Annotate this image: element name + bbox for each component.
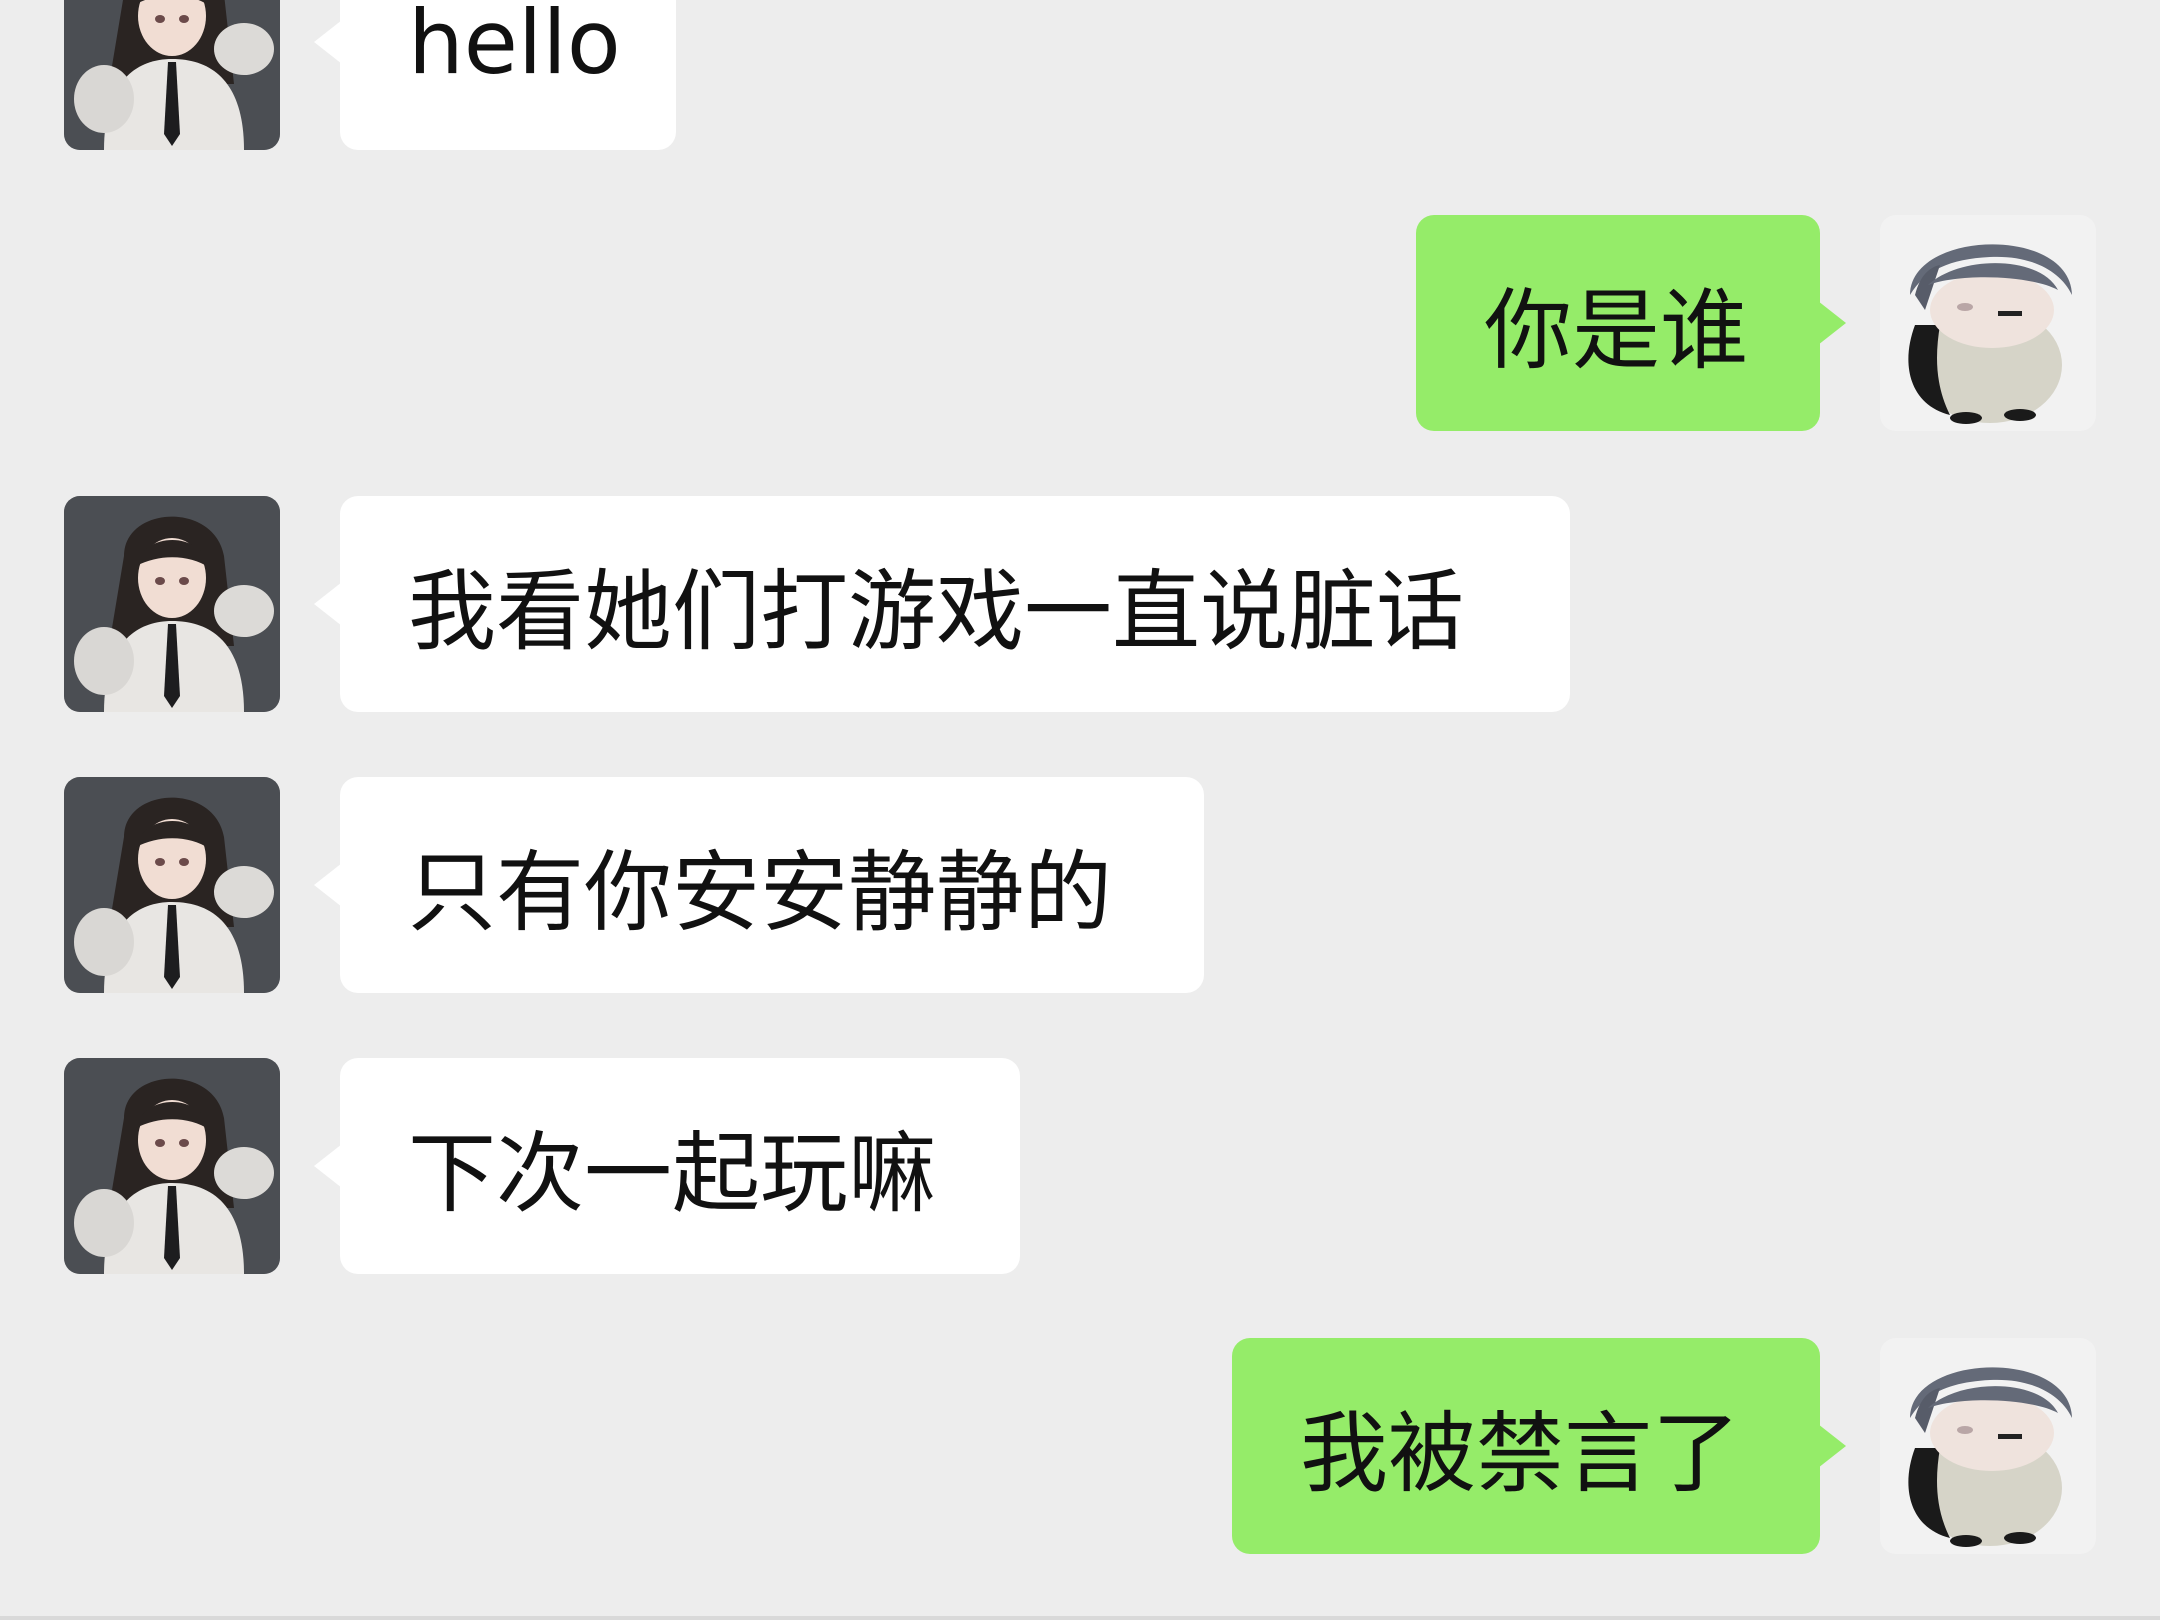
contact-avatar[interactable] bbox=[64, 1058, 280, 1274]
chat-message-list[interactable]: hello 你是谁 我看她们打游戏一直说脏话 只有你安安静静的 下次一起玩嘛 我… bbox=[0, 0, 2160, 1620]
message-text: hello bbox=[408, 0, 621, 94]
message-text: 我看她们打游戏一直说脏话 bbox=[408, 559, 1465, 663]
message-text: 只有你安安静静的 bbox=[408, 840, 1113, 944]
penguin-avatar-icon bbox=[1880, 1338, 2096, 1554]
penguin-avatar-icon bbox=[1880, 215, 2096, 431]
message-text: 下次一起玩嘛 bbox=[408, 1121, 937, 1225]
anime-girl-avatar-icon bbox=[64, 1058, 280, 1274]
message-text: 你是谁 bbox=[1484, 278, 1749, 382]
my-avatar[interactable] bbox=[1880, 215, 2096, 431]
message-bubble[interactable]: 下次一起玩嘛 bbox=[314, 1058, 1020, 1274]
contact-avatar[interactable] bbox=[64, 777, 280, 993]
contact-avatar[interactable] bbox=[64, 496, 280, 712]
anime-girl-avatar-icon bbox=[64, 777, 280, 993]
contact-avatar[interactable] bbox=[64, 0, 280, 150]
message-text: 我被禁言了 bbox=[1300, 1401, 1741, 1505]
message-bubble[interactable]: 你是谁 bbox=[1416, 215, 1846, 431]
bottom-divider bbox=[0, 1616, 2160, 1620]
my-avatar[interactable] bbox=[1880, 1338, 2096, 1554]
anime-girl-avatar-icon bbox=[64, 0, 280, 150]
message-bubble[interactable]: hello bbox=[314, 0, 676, 150]
message-bubble[interactable]: 我看她们打游戏一直说脏话 bbox=[314, 496, 1570, 712]
anime-girl-avatar-icon bbox=[64, 496, 280, 712]
message-bubble[interactable]: 我被禁言了 bbox=[1232, 1338, 1846, 1554]
message-bubble[interactable]: 只有你安安静静的 bbox=[314, 777, 1204, 993]
